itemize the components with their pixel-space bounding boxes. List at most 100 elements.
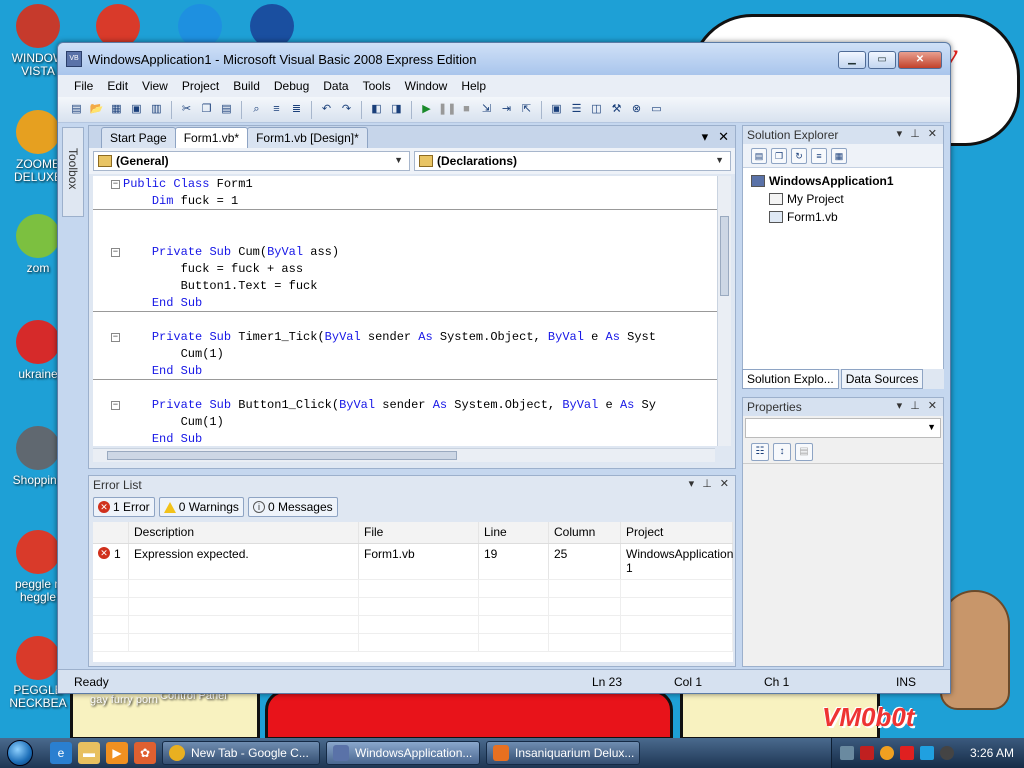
game-shortcut-icon[interactable]: ✿ [134, 742, 156, 764]
taskbar-item-chrome[interactable]: New Tab - Google C... [162, 741, 320, 765]
errors-filter-button[interactable]: ✕ 1 Error [93, 497, 155, 517]
property-pages-icon[interactable]: ▤ [795, 442, 813, 461]
menu-tools[interactable]: Tools [357, 77, 397, 95]
ide-window[interactable]: VB WindowsApplication1 - Microsoft Visua… [57, 42, 951, 694]
undo-icon[interactable]: ↶ [318, 101, 335, 118]
paste-icon[interactable]: ▤ [218, 101, 235, 118]
show-all-files-icon[interactable]: ❐ [771, 147, 787, 164]
code-line[interactable]: End Sub [93, 363, 719, 380]
collapse-toggle-icon[interactable]: − [111, 180, 120, 189]
uncomment-icon[interactable]: ≣ [288, 101, 305, 118]
save-all-icon[interactable]: ▥ [148, 101, 165, 118]
find-icon[interactable]: ⌕ [248, 101, 265, 118]
code-line[interactable]: End Sub [93, 431, 719, 446]
new-project-icon[interactable]: ▤ [68, 101, 85, 118]
code-line[interactable]: Button1.Text = fuck [93, 278, 719, 295]
tab-start-page[interactable]: Start Page [101, 127, 176, 148]
col-project[interactable]: Project [621, 522, 733, 543]
menu-data[interactable]: Data [317, 77, 354, 95]
collapse-toggle-icon[interactable]: − [111, 401, 120, 410]
search-icon[interactable] [879, 746, 894, 760]
code-line[interactable]: − Private Sub Timer1_Tick(ByVal sender A… [93, 329, 719, 346]
step-into-icon[interactable]: ⇲ [478, 101, 495, 118]
menu-project[interactable]: Project [176, 77, 225, 95]
vertical-scrollbar[interactable] [717, 176, 731, 446]
minimize-button[interactable]: ▁ [838, 51, 866, 69]
error-list-icon[interactable]: ⊗ [628, 101, 645, 118]
tree-item-my-project[interactable]: My Project [751, 190, 943, 208]
code-line[interactable]: − Private Sub Button1_Click(ByVal sender… [93, 397, 719, 414]
cut-icon[interactable]: ✂ [178, 101, 195, 118]
taskbar-item-insaniquarium[interactable]: Insaniquarium Delux... [486, 741, 640, 765]
view-designer-icon[interactable]: ▦ [831, 147, 847, 164]
code-line[interactable]: − Private Sub Cum(ByVal ass) [93, 244, 719, 261]
collapse-toggle-icon[interactable]: − [111, 333, 120, 342]
pin-icon[interactable]: ⊥ [702, 477, 712, 490]
categorized-icon[interactable]: ☷ [751, 442, 769, 461]
code-text-area[interactable]: − Public Class Form1 Dim fuck = 1 − Privat… [93, 176, 719, 446]
open-file-icon[interactable]: 📂 [88, 101, 105, 118]
object-browser-icon[interactable]: ◫ [588, 101, 605, 118]
close-tab-icon[interactable]: ✕ [718, 129, 729, 145]
start-page-icon[interactable]: ▭ [648, 101, 665, 118]
code-line[interactable]: Dim fuck = 1 [93, 193, 719, 210]
object-selector-dropdown[interactable]: ▼ [745, 418, 941, 438]
network-icon[interactable] [839, 746, 854, 760]
code-line[interactable]: Cum(1) [93, 414, 719, 431]
volume-icon[interactable] [939, 746, 954, 760]
class-name-dropdown[interactable]: (General) ▼ [93, 151, 410, 171]
toolbox-tab[interactable]: Toolbox [62, 127, 84, 217]
scroll-thumb[interactable] [107, 451, 457, 460]
stop-icon[interactable]: ■ [458, 101, 475, 118]
code-line[interactable] [93, 380, 719, 397]
antivirus-icon[interactable] [859, 746, 874, 760]
menu-edit[interactable]: Edit [101, 77, 134, 95]
toolbox-icon[interactable]: ⚒ [608, 101, 625, 118]
chevron-down-icon[interactable]: ▾ [689, 477, 695, 490]
col-column[interactable]: Column [549, 522, 621, 543]
maximize-button[interactable]: ▭ [868, 51, 896, 69]
explorer-folder-icon[interactable]: ▬ [78, 742, 100, 764]
taskbar-item-vb[interactable]: WindowsApplication... [326, 741, 480, 765]
redo-icon[interactable]: ↷ [338, 101, 355, 118]
solution-explorer-icon[interactable]: ▣ [548, 101, 565, 118]
method-name-dropdown[interactable]: (Declarations) ▼ [414, 151, 731, 171]
refresh-icon[interactable]: ↻ [791, 147, 807, 164]
step-over-icon[interactable]: ⇥ [498, 101, 515, 118]
menu-window[interactable]: Window [399, 77, 454, 95]
menu-file[interactable]: File [68, 77, 99, 95]
view-code-icon[interactable]: ≡ [811, 147, 827, 164]
code-line[interactable]: End Sub [93, 295, 719, 312]
tab-form1-design[interactable]: Form1.vb [Design]* [247, 127, 368, 148]
code-line[interactable]: fuck = fuck + ass [93, 261, 719, 278]
menu-debug[interactable]: Debug [268, 77, 315, 95]
code-line[interactable]: − Public Class Form1 [93, 176, 719, 193]
properties-icon[interactable]: ▤ [751, 147, 767, 164]
error-row[interactable]: ✕ 1 Expression expected. Form1.vb 19 25 … [93, 544, 733, 580]
add-item-icon[interactable]: ▦ [108, 101, 125, 118]
properties-icon[interactable]: ☰ [568, 101, 585, 118]
title-bar[interactable]: VB WindowsApplication1 - Microsoft Visua… [58, 43, 950, 75]
clock[interactable]: 3:26 AM [970, 746, 1014, 760]
pin-icon[interactable]: ⊥ [910, 127, 920, 140]
flag-icon[interactable] [899, 746, 914, 760]
start-debugging-icon[interactable]: ▶ [418, 101, 435, 118]
chevron-down-icon[interactable]: ▾ [897, 399, 903, 412]
tab-form1-code[interactable]: Form1.vb* [174, 127, 249, 148]
internet-explorer-icon[interactable]: e [50, 742, 72, 764]
col-file[interactable]: File [359, 522, 479, 543]
save-icon[interactable]: ▣ [128, 101, 145, 118]
col-icon[interactable] [93, 522, 129, 543]
chevron-down-icon[interactable]: ▾ [897, 127, 903, 140]
menu-help[interactable]: Help [455, 77, 492, 95]
tab-dropdown-icon[interactable]: ▾ [702, 129, 709, 145]
col-description[interactable]: Description [129, 522, 359, 543]
tree-item-form1[interactable]: Form1.vb [751, 208, 943, 226]
navigate-back-icon[interactable]: ◧ [368, 101, 385, 118]
menu-build[interactable]: Build [227, 77, 266, 95]
close-button[interactable]: ✕ [898, 51, 942, 69]
display-icon[interactable] [919, 746, 934, 760]
media-player-icon[interactable]: ▶ [106, 742, 128, 764]
copy-icon[interactable]: ❐ [198, 101, 215, 118]
comment-icon[interactable]: ≡ [268, 101, 285, 118]
